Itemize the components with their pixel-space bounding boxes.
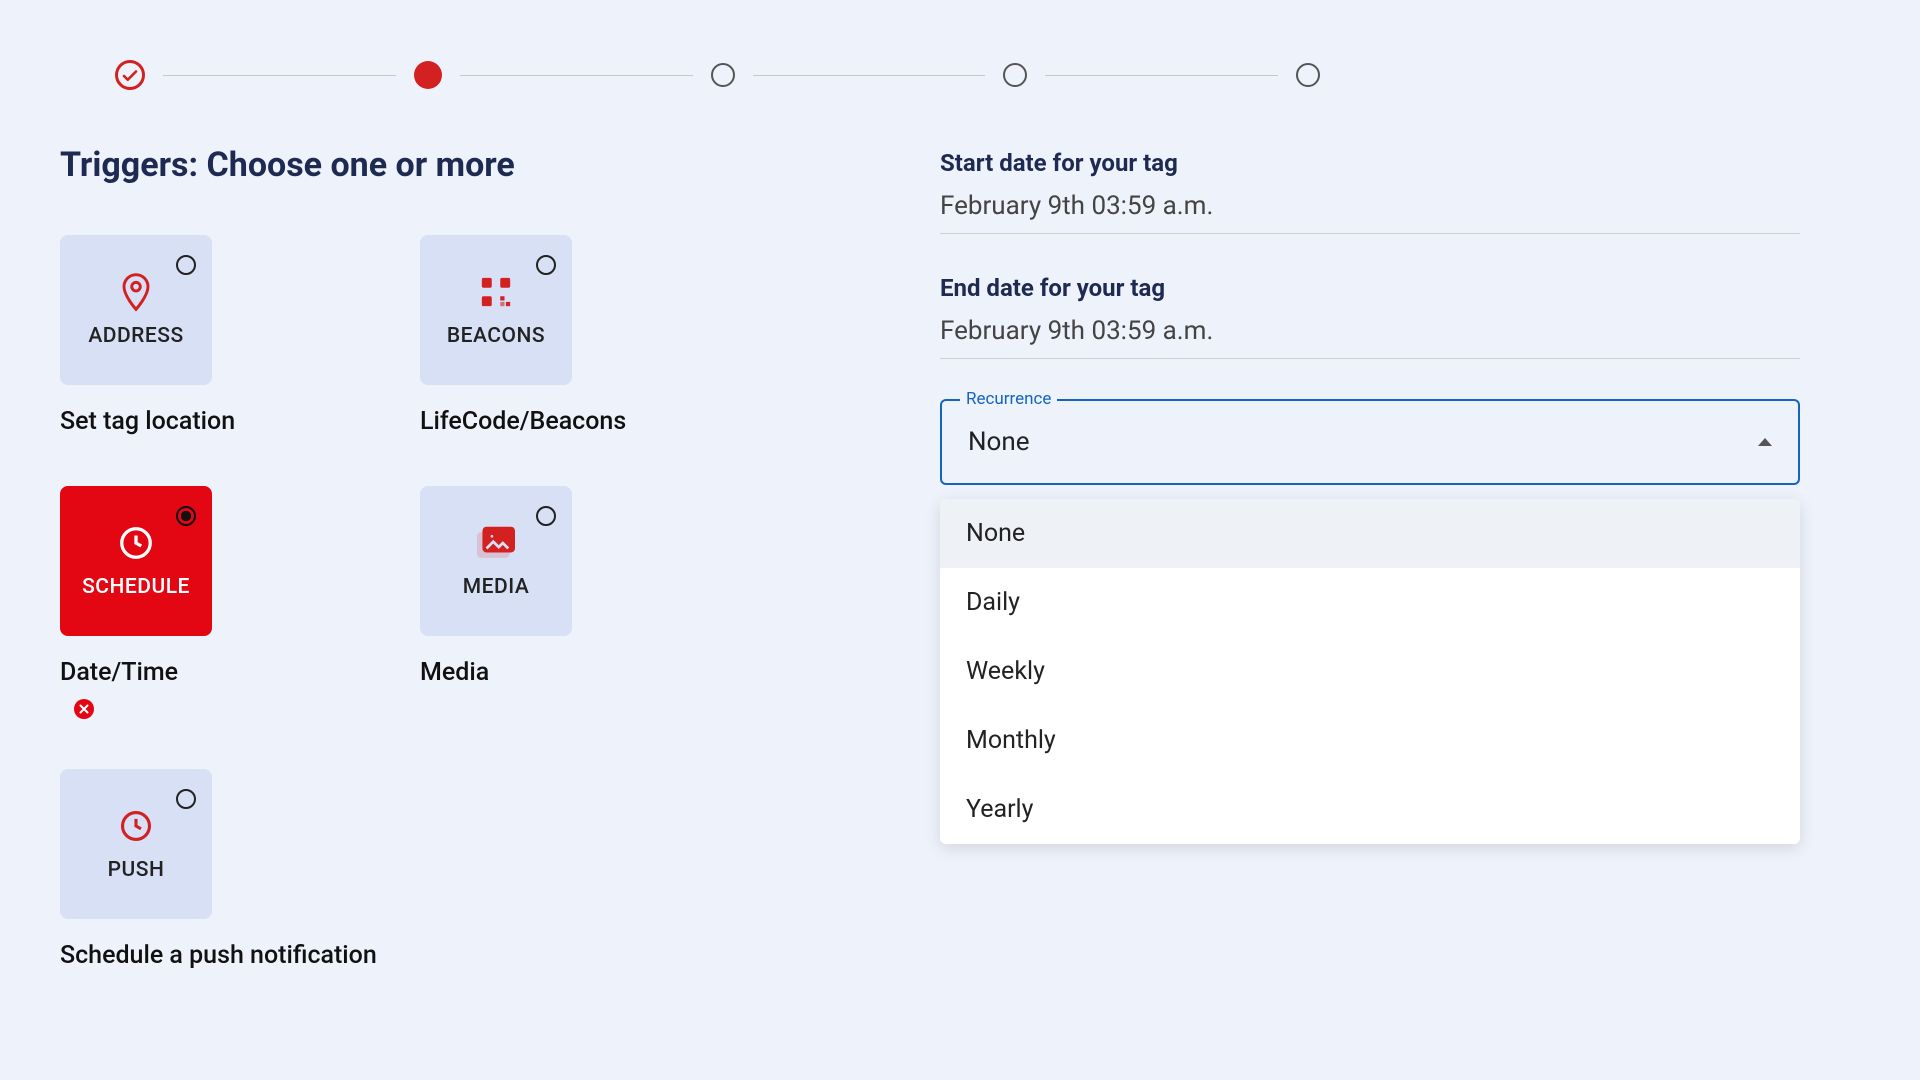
trigger-card-media[interactable]: MEDIA bbox=[420, 486, 572, 636]
recurrence-select-box[interactable]: None bbox=[940, 399, 1800, 485]
trigger-card-label: MEDIA bbox=[463, 575, 530, 599]
trigger-media[interactable]: MEDIA Media bbox=[420, 486, 780, 719]
radio-icon[interactable] bbox=[176, 506, 196, 526]
step-connector bbox=[1045, 75, 1278, 76]
trigger-card-beacons[interactable]: BEACONS bbox=[420, 235, 572, 385]
recurrence-option-weekly[interactable]: Weekly bbox=[940, 637, 1800, 706]
clock-icon bbox=[116, 806, 156, 846]
step-connector bbox=[753, 75, 986, 76]
trigger-push[interactable]: PUSH Schedule a push notification bbox=[60, 769, 420, 970]
recurrence-option-none[interactable]: None bbox=[940, 499, 1800, 568]
step-5[interactable] bbox=[1296, 63, 1320, 87]
radio-icon[interactable] bbox=[536, 506, 556, 526]
wizard-stepper bbox=[60, 60, 1320, 90]
trigger-desc: Media bbox=[420, 658, 780, 687]
recurrence-float-label: Recurrence bbox=[960, 389, 1057, 409]
trigger-card-label: BEACONS bbox=[447, 324, 545, 348]
radio-icon[interactable] bbox=[176, 255, 196, 275]
qr-icon bbox=[476, 272, 516, 312]
map-pin-icon bbox=[116, 272, 156, 312]
trigger-card-push[interactable]: PUSH bbox=[60, 769, 212, 919]
trigger-desc: LifeCode/Beacons bbox=[420, 407, 780, 436]
step-connector bbox=[163, 75, 396, 76]
start-date-value[interactable]: February 9th 03:59 a.m. bbox=[940, 191, 1800, 234]
trigger-desc: Date/Time bbox=[60, 658, 420, 687]
radio-icon[interactable] bbox=[536, 255, 556, 275]
step-1-completed[interactable] bbox=[115, 60, 145, 90]
clock-icon bbox=[116, 523, 156, 563]
trigger-address[interactable]: ADDRESS Set tag location bbox=[60, 235, 420, 436]
step-2-active[interactable] bbox=[414, 61, 442, 89]
end-date-label: End date for your tag bbox=[940, 274, 1800, 302]
trigger-desc: Set tag location bbox=[60, 407, 420, 436]
step-4[interactable] bbox=[1003, 63, 1027, 87]
recurrence-option-yearly[interactable]: Yearly bbox=[940, 775, 1800, 844]
recurrence-option-daily[interactable]: Daily bbox=[940, 568, 1800, 637]
trigger-desc: Schedule a push notification bbox=[60, 941, 420, 970]
recurrence-select[interactable]: Recurrence None None Daily Weekly Monthl… bbox=[940, 399, 1800, 485]
recurrence-option-monthly[interactable]: Monthly bbox=[940, 706, 1800, 775]
end-date-value[interactable]: February 9th 03:59 a.m. bbox=[940, 316, 1800, 359]
step-connector bbox=[460, 75, 693, 76]
trigger-card-schedule[interactable]: SCHEDULE bbox=[60, 486, 212, 636]
recurrence-selected-value: None bbox=[968, 427, 1030, 457]
media-icon bbox=[476, 523, 516, 563]
start-date-label: Start date for your tag bbox=[940, 149, 1800, 177]
step-3[interactable] bbox=[711, 63, 735, 87]
triggers-heading: Triggers: Choose one or more bbox=[60, 145, 860, 185]
start-date-field[interactable]: Start date for your tag February 9th 03:… bbox=[940, 149, 1800, 234]
recurrence-dropdown: None Daily Weekly Monthly Yearly bbox=[940, 499, 1800, 844]
trigger-schedule[interactable]: SCHEDULE Date/Time bbox=[60, 486, 420, 719]
remove-trigger-button[interactable] bbox=[74, 699, 94, 719]
trigger-card-address[interactable]: ADDRESS bbox=[60, 235, 212, 385]
end-date-field[interactable]: End date for your tag February 9th 03:59… bbox=[940, 274, 1800, 359]
radio-icon[interactable] bbox=[176, 789, 196, 809]
trigger-card-label: SCHEDULE bbox=[82, 575, 190, 599]
trigger-card-label: PUSH bbox=[108, 858, 165, 882]
chevron-up-icon bbox=[1758, 438, 1772, 446]
trigger-beacons[interactable]: BEACONS LifeCode/Beacons bbox=[420, 235, 780, 436]
trigger-card-label: ADDRESS bbox=[88, 324, 183, 348]
